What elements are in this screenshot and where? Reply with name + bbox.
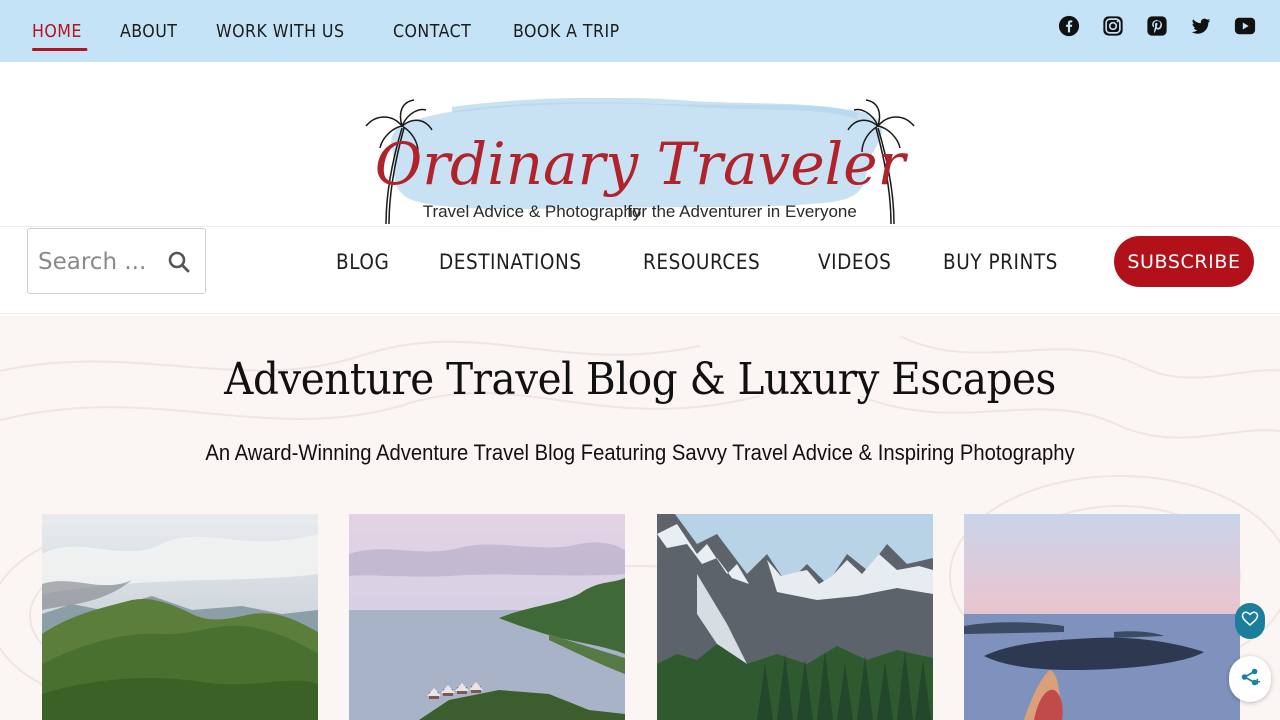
- share-icon: [1239, 666, 1261, 693]
- top-nav-about[interactable]: ABOUT: [120, 21, 177, 42]
- nav-resources[interactable]: RESOURCES: [643, 250, 760, 274]
- search-icon[interactable]: [167, 250, 191, 274]
- nav-blog[interactable]: BLOG: [336, 250, 389, 274]
- top-nav-home[interactable]: HOME: [32, 21, 87, 51]
- share-button[interactable]: [1229, 656, 1271, 702]
- logo-title: Ordinary Traveler: [375, 130, 909, 198]
- card-overwater-bungalows[interactable]: [349, 514, 625, 720]
- youtube-icon[interactable]: [1234, 15, 1256, 37]
- facebook-icon[interactable]: [1058, 15, 1080, 37]
- green-mountains-photo: [42, 514, 318, 720]
- featured-cards: [0, 514, 1280, 720]
- top-nav-book-a-trip[interactable]: BOOK A TRIP: [513, 21, 620, 42]
- main-nav: BLOG DESTINATIONS RESOURCES VIDEOS BUY P…: [336, 227, 1116, 297]
- card-green-mountains[interactable]: [42, 514, 318, 720]
- instagram-icon[interactable]: [1102, 15, 1124, 37]
- top-nav-work-with-us[interactable]: WORK WITH US: [216, 21, 344, 42]
- top-nav: HOME ABOUT WORK WITH US CONTACT BOOK A T…: [32, 0, 665, 62]
- nav-videos[interactable]: VIDEOS: [818, 250, 891, 274]
- nav-buy-prints[interactable]: BUY PRINTS: [943, 250, 1058, 274]
- top-bar: HOME ABOUT WORK WITH US CONTACT BOOK A T…: [0, 0, 1280, 62]
- search-box: [27, 228, 206, 294]
- hero-title: Adventure Travel Blog & Luxury Escapes: [224, 354, 1056, 405]
- overwater-bungalows-photo: [349, 514, 625, 720]
- heart-icon: [1241, 610, 1259, 633]
- pinterest-icon[interactable]: [1146, 15, 1168, 37]
- social-links: [1058, 15, 1256, 37]
- snowy-peaks-lake-photo: [657, 514, 933, 720]
- top-nav-contact[interactable]: CONTACT: [393, 21, 471, 42]
- main-nav-bar: BLOG DESTINATIONS RESOURCES VIDEOS BUY P…: [0, 226, 1280, 314]
- santorini-sunset-photo: [964, 514, 1240, 720]
- twitter-icon[interactable]: [1190, 15, 1212, 37]
- logo-tagline-left: Travel Advice & Photography: [423, 202, 642, 221]
- hero-subtitle: An Award-Winning Adventure Travel Blog F…: [205, 440, 1075, 465]
- logo-tagline-right: for the Adventurer in Everyone: [627, 202, 857, 221]
- logo-band: Ordinary Traveler Travel Advice & Photog…: [0, 62, 1280, 226]
- subscribe-button[interactable]: SUBSCRIBE: [1114, 236, 1254, 287]
- card-snowy-peaks[interactable]: [657, 514, 933, 720]
- search-input[interactable]: [38, 245, 158, 279]
- nav-destinations[interactable]: DESTINATIONS: [439, 250, 582, 274]
- site-logo[interactable]: Ordinary Traveler Travel Advice & Photog…: [362, 98, 918, 224]
- favorite-button[interactable]: [1235, 603, 1265, 639]
- hero-section: Adventure Travel Blog & Luxury Escapes A…: [0, 316, 1280, 720]
- card-santorini[interactable]: [964, 514, 1240, 720]
